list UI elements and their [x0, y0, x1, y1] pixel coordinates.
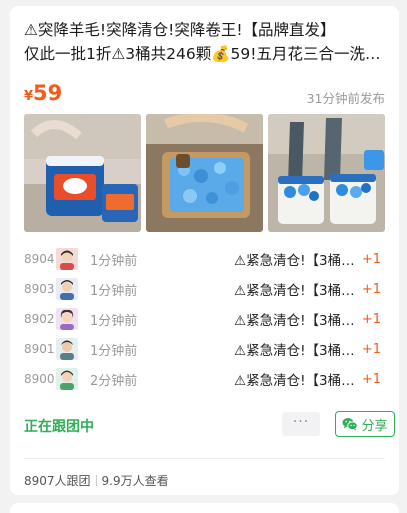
more-button[interactable]: ··· [282, 412, 320, 436]
following-status[interactable]: 正在跟团中 [24, 416, 94, 436]
feed-time: 2分钟前 [90, 373, 138, 389]
feed-row[interactable]: 8904 1分钟前 ⚠紧急清仓!【3桶共246颗】 +1 [24, 244, 385, 274]
posted-time: 31分钟前发布 [306, 91, 385, 106]
stats-separator [95, 475, 97, 486]
feed-time: 1分钟前 [90, 313, 138, 329]
feed-time: 1分钟前 [90, 253, 138, 269]
feed-row[interactable]: 8902 1分钟前 ⚠紧急清仓!【3桶共246颗】 +1 [24, 304, 385, 334]
feed-time: 1分钟前 [90, 283, 138, 299]
feed-row[interactable]: 8901 1分钟前 ⚠紧急清仓!【3桶共246颗】 +1 [24, 334, 385, 364]
divider [24, 458, 385, 459]
feed-message: ⚠紧急清仓!【3桶共246颗】 [234, 373, 368, 389]
feed-quantity: +1 [361, 371, 381, 387]
avatar[interactable] [56, 308, 78, 330]
avatar[interactable] [56, 248, 78, 270]
product-photo-1[interactable] [24, 114, 141, 232]
product-photo-2[interactable] [146, 114, 263, 232]
title-line-2: 仅此一批1折⚠3桶共246颗💰59!五月花三合一洗衣凝珠 [24, 45, 386, 63]
order-number: 8904 [24, 252, 55, 266]
feed-message: ⚠紧急清仓!【3桶共246颗】 [234, 283, 368, 299]
feed-time: 1分钟前 [90, 343, 138, 359]
photo-strip [24, 114, 385, 232]
avatar[interactable] [56, 338, 78, 360]
share-button[interactable]: 分享 [335, 411, 395, 437]
feed-quantity: +1 [361, 311, 381, 327]
group-stats: 8907人跟团 9.9万人查看 [24, 472, 169, 489]
price: ¥59 [24, 81, 62, 105]
feed-message: ⚠紧急清仓!【3桶共246颗】 [234, 343, 368, 359]
price-value: 59 [33, 81, 63, 105]
currency-symbol: ¥ [24, 89, 34, 104]
feed-row[interactable]: 8900 2分钟前 ⚠紧急清仓!【3桶共246颗】 +1 [24, 364, 385, 394]
feed-message: ⚠紧急清仓!【3桶共246颗】 [234, 253, 368, 269]
feed-quantity: +1 [361, 251, 381, 267]
view-count: 9.9万人查看 [101, 474, 169, 488]
avatar[interactable] [56, 368, 78, 390]
post-title[interactable]: ⚠突降羊毛!突降清仓!突降卷王!【品牌直发】 仅此一批1折⚠3桶共246颗💰59… [24, 18, 386, 66]
order-number: 8902 [24, 312, 55, 326]
product-photo-3[interactable] [268, 114, 385, 232]
follower-count: 8907人跟团 [24, 474, 91, 488]
feed-quantity: +1 [361, 281, 381, 297]
share-label: 分享 [361, 418, 388, 434]
group-buy-card[interactable]: ⚠突降羊毛!突降清仓!突降卷王!【品牌直发】 仅此一批1折⚠3桶共246颗💰59… [10, 6, 399, 495]
wechat-icon [342, 418, 359, 431]
order-number: 8900 [24, 372, 55, 386]
feed-row[interactable]: 8903 1分钟前 ⚠紧急清仓!【3桶共246颗】 +1 [24, 274, 385, 304]
follow-feed: 8904 1分钟前 ⚠紧急清仓!【3桶共246颗】 +1 8903 1分钟前 ⚠… [24, 244, 385, 394]
order-number: 8903 [24, 282, 55, 296]
feed-message: ⚠紧急清仓!【3桶共246颗】 [234, 313, 368, 329]
next-card-edge [10, 503, 399, 513]
title-line-1: ⚠突降羊毛!突降清仓!突降卷王!【品牌直发】 [24, 21, 336, 39]
avatar[interactable] [56, 278, 78, 300]
order-number: 8901 [24, 342, 55, 356]
feed-quantity: +1 [361, 341, 381, 357]
